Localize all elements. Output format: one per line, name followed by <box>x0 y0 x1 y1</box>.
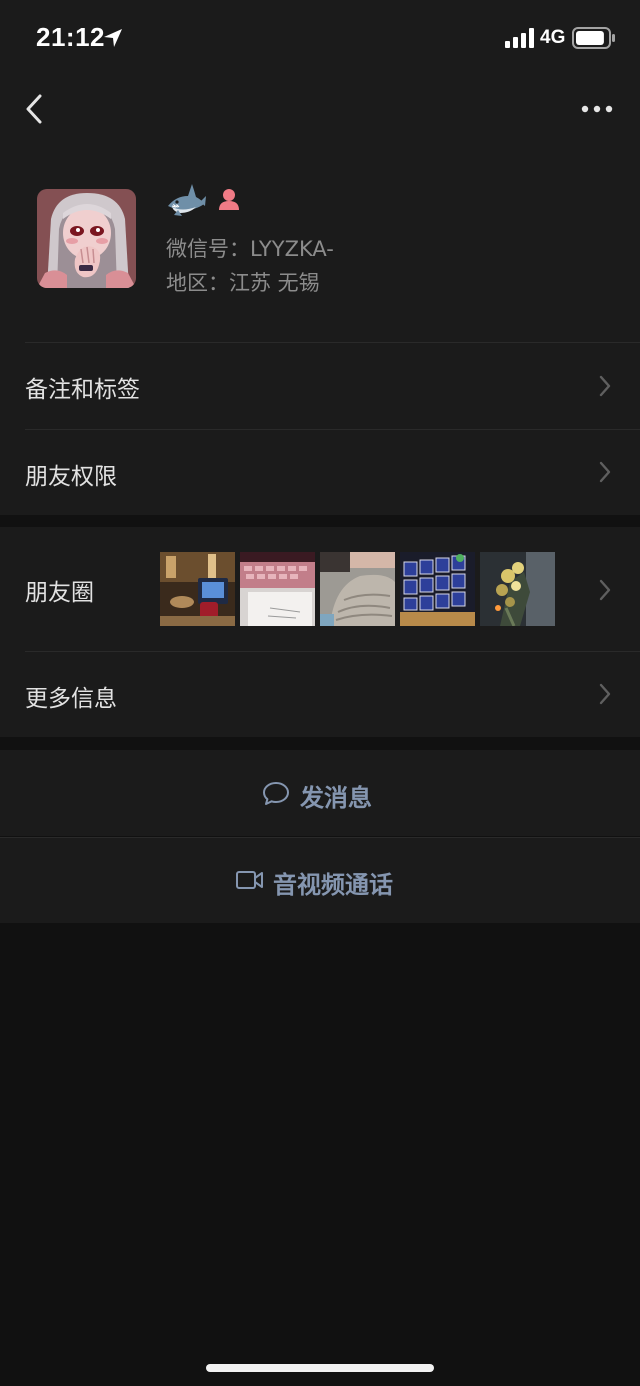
shark-emoji-icon <box>168 184 206 216</box>
location-arrow-icon <box>104 29 122 47</box>
back-icon[interactable] <box>18 92 50 126</box>
chevron-right-icon <box>599 579 611 601</box>
chat-bubble-icon <box>263 782 289 805</box>
chevron-right-icon <box>599 375 611 397</box>
remarks-tags-row[interactable]: 备注和标签 <box>0 342 640 429</box>
status-bar: 21:12 4G <box>0 0 640 78</box>
top-navigation-bar <box>0 78 640 140</box>
more-info-label: 更多信息 <box>25 686 117 712</box>
moments-photo <box>480 552 555 626</box>
remarks-tags-label: 备注和标签 <box>25 377 140 403</box>
moments-photo-strip <box>160 552 560 626</box>
wechat-id: 微信号：LYYZKA- <box>166 237 334 261</box>
profile-header: 微信号：LYYZKA- 地区：江苏 无锡 <box>0 140 640 342</box>
friend-permissions-label: 朋友权限 <box>25 464 117 490</box>
video-camera-icon <box>236 871 263 889</box>
female-gender-icon <box>219 189 239 210</box>
battery-icon <box>572 27 615 49</box>
divider <box>25 651 640 652</box>
moments-photo <box>240 552 315 626</box>
moments-photo <box>160 552 235 626</box>
friend-permissions-row[interactable]: 朋友权限 <box>0 429 640 515</box>
more-options-icon[interactable] <box>576 94 618 124</box>
moments-row[interactable]: 朋友圈 <box>0 527 640 651</box>
network-type-label: 4G <box>540 27 566 48</box>
avatar-illustration <box>37 189 136 288</box>
chevron-right-icon <box>599 461 611 483</box>
signal-strength-icon <box>505 28 534 48</box>
region: 地区：江苏 无锡 <box>166 271 320 295</box>
more-info-row[interactable]: 更多信息 <box>0 651 640 737</box>
status-time: 21:12 <box>36 22 105 52</box>
send-message-button[interactable]: 发消息 <box>0 750 640 836</box>
divider <box>25 429 640 430</box>
moments-photo <box>320 552 395 626</box>
send-message-label: 发消息 <box>300 784 372 812</box>
home-indicator <box>206 1364 434 1372</box>
divider <box>0 837 640 838</box>
chevron-right-icon <box>599 683 611 705</box>
moments-label: 朋友圈 <box>25 580 94 606</box>
avatar[interactable] <box>37 189 136 288</box>
video-call-button[interactable]: 音视频通话 <box>0 837 640 923</box>
video-call-label: 音视频通话 <box>273 871 393 899</box>
divider <box>25 342 640 343</box>
moments-photo <box>400 552 475 626</box>
